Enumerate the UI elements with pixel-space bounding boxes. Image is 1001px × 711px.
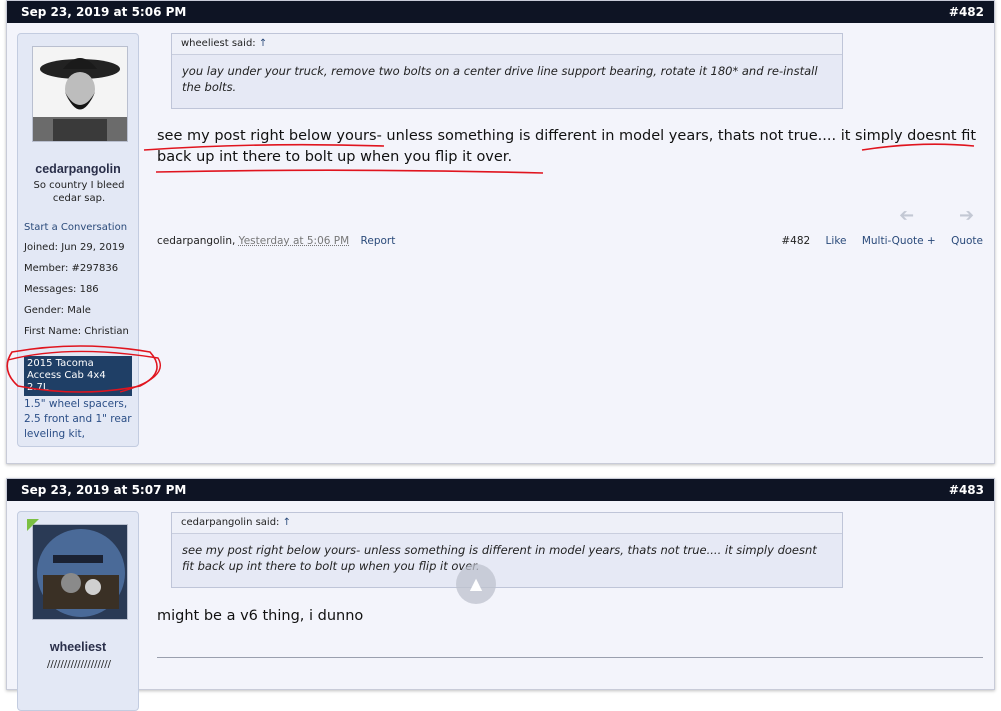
quote-text: see my post right below yours- unless so… (182, 543, 817, 573)
quote-jump-arrow-icon[interactable]: ↑ (283, 517, 291, 528)
prev-arrow-icon[interactable]: ➔ (899, 205, 914, 226)
post-footer: cedarpangolin, Yesterday at 5:06 PM Repo… (157, 235, 983, 247)
quote-block: cedarpangolin said: ↑ see my post right … (171, 512, 843, 588)
joined-date: Joined: Jun 29, 2019 (24, 242, 125, 253)
username[interactable]: cedarpangolin (18, 162, 138, 176)
report-link[interactable]: Report (361, 235, 396, 247)
multi-quote-link[interactable]: Multi-Quote + (862, 235, 936, 247)
post-number-link[interactable]: #483 (949, 479, 984, 501)
avatar-image (33, 525, 127, 619)
avatar[interactable] (32, 524, 128, 620)
signature-snippet: 1.5" wheel spacers, 2.5 front and 1" rea… (24, 398, 132, 440)
online-indicator (27, 519, 39, 531)
post-message: see my post right below yours- unless so… (157, 128, 977, 165)
post-482: Sep 23, 2019 at 5:06 PM #482 cedarpangol… (6, 0, 995, 464)
quote-link[interactable]: Quote (951, 235, 983, 247)
quote-jump-arrow-icon[interactable]: ↑ (259, 38, 267, 49)
scroll-top-button[interactable]: ▲ (456, 564, 496, 604)
divider (157, 657, 983, 658)
user-title: So country I bleed cedar sap. (33, 180, 125, 204)
post-date[interactable]: Sep 23, 2019 at 5:07 PM (21, 479, 186, 501)
post-message: might be a v6 thing, i dunno (157, 608, 364, 624)
post-header: Sep 23, 2019 at 5:07 PM #483 (7, 479, 994, 501)
quote-text: you lay under your truck, remove two bol… (182, 64, 818, 94)
next-arrow-icon[interactable]: ➔ (959, 205, 974, 226)
member-number: Member: #297836 (24, 263, 119, 274)
footer-timestamp[interactable]: Yesterday at 5:06 PM (239, 235, 350, 247)
post-483: Sep 23, 2019 at 5:07 PM #483 wheeliest /… (6, 478, 995, 711)
user-title: /////////////////// (46, 659, 111, 670)
quote-header: wheeliest said: ↑ (172, 34, 842, 55)
gender: Gender: Male (24, 305, 91, 316)
avatar[interactable] (32, 46, 128, 142)
footer-author[interactable]: cedarpangolin, (157, 235, 235, 247)
quote-author: wheeliest said: (181, 38, 256, 49)
post-number-link[interactable]: #482 (949, 1, 984, 23)
vehicle-banner: 2015 Tacoma Access Cab 4x4 2.7L (24, 356, 132, 396)
quote-block: wheeliest said: ↑ you lay under your tru… (171, 33, 843, 109)
message-count: Messages: 186 (24, 284, 99, 295)
post-header: Sep 23, 2019 at 5:06 PM #482 (7, 1, 994, 23)
quote-header: cedarpangolin said: ↑ (172, 513, 842, 534)
post-date[interactable]: Sep 23, 2019 at 5:06 PM (21, 1, 186, 23)
user-info-panel: cedarpangolin So country I bleed cedar s… (17, 33, 139, 447)
first-name: First Name: Christian (24, 326, 129, 337)
username[interactable]: wheeliest (18, 640, 138, 654)
start-conversation-link[interactable]: Start a Conversation (24, 222, 127, 233)
avatar-image (33, 47, 127, 141)
chevron-up-icon: ▲ (469, 574, 483, 593)
footer-post-number[interactable]: #482 (781, 235, 810, 247)
user-info-panel: wheeliest /////////////////// (17, 511, 139, 711)
quote-author: cedarpangolin said: (181, 517, 280, 528)
like-link[interactable]: Like (826, 235, 847, 247)
footer-actions: #482 Like Multi-Quote + Quote (769, 235, 983, 247)
